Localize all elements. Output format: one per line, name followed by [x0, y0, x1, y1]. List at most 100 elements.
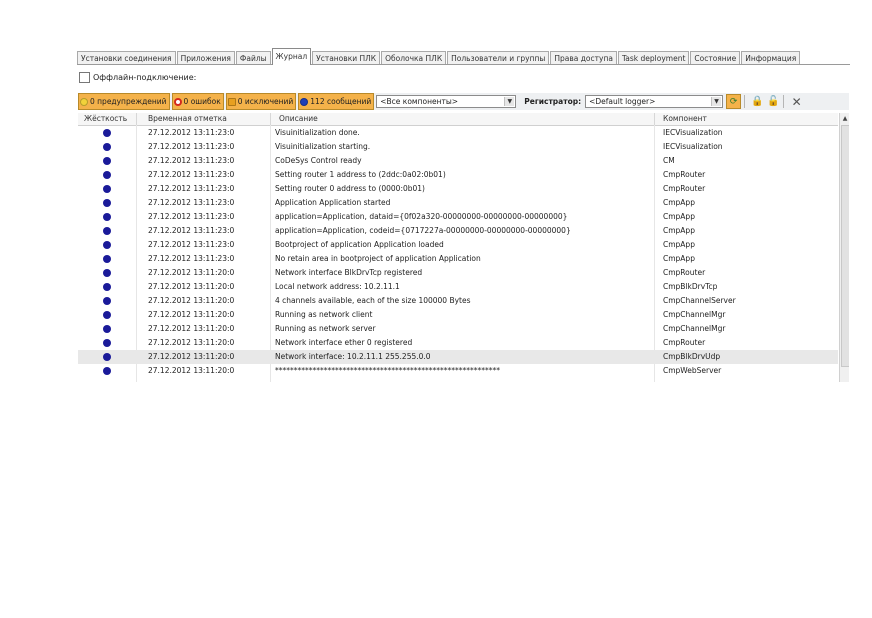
component-cell: CmpApp [663, 226, 695, 235]
header-component[interactable]: Компонент [663, 114, 707, 123]
tab-7[interactable]: Права доступа [550, 51, 617, 65]
exception-icon [227, 97, 236, 106]
table-row[interactable]: 27.12.2012 13:11:20:0 Running as network … [78, 322, 838, 336]
header-severity[interactable]: Жёсткость [84, 114, 127, 123]
component-filter-value: <Все компоненты> [380, 97, 459, 106]
info-icon [103, 339, 111, 347]
exceptions-filter-button[interactable]: 0 исключений [225, 93, 297, 110]
vertical-scrollbar[interactable]: ▲ [839, 113, 849, 382]
scroll-thumb[interactable] [841, 125, 849, 367]
info-icon [103, 255, 111, 263]
timestamp-cell: 27.12.2012 13:11:23:0 [148, 212, 235, 221]
table-row[interactable]: 27.12.2012 13:11:23:0 CoDeSys Control rea… [78, 154, 838, 168]
header-timestamp[interactable]: Временная отметка [148, 114, 227, 123]
info-icon [103, 157, 111, 165]
description-cell: application=Application, dataid={0f02a32… [275, 212, 568, 221]
component-cell: CmpApp [663, 212, 695, 221]
table-row[interactable]: 27.12.2012 13:11:23:0 Visuinitialization … [78, 126, 838, 140]
timestamp-cell: 27.12.2012 13:11:20:0 [148, 338, 235, 347]
timestamp-cell: 27.12.2012 13:11:23:0 [148, 198, 235, 207]
component-cell: CmpBlkDrvTcp [663, 282, 718, 291]
description-cell: Bootproject of application Application l… [275, 240, 444, 249]
offline-connection-option[interactable]: Оффлайн-подключение: [79, 72, 196, 83]
table-row[interactable]: 27.12.2012 13:11:20:0 Local network addre… [78, 280, 838, 294]
timestamp-cell: 27.12.2012 13:11:23:0 [148, 226, 235, 235]
errors-count-label: 0 ошибок [183, 97, 221, 106]
chevron-down-icon[interactable]: ▼ [504, 97, 515, 106]
component-cell: CmpRouter [663, 184, 706, 193]
timestamp-cell: 27.12.2012 13:11:23:0 [148, 128, 235, 137]
table-row[interactable]: 27.12.2012 13:11:20:0 *******************… [78, 364, 838, 378]
column-divider[interactable] [270, 113, 271, 125]
tab-2[interactable]: Файлы [235, 51, 271, 65]
tab-bar: Установки соединения Приложения Файлы Журна… [77, 48, 850, 65]
logger-select-value: <Default logger> [589, 97, 656, 106]
logger-label: Регистратор: [524, 97, 582, 106]
table-row[interactable]: 27.12.2012 13:11:20:0 Network interface e… [78, 336, 838, 350]
table-row[interactable]: 27.12.2012 13:11:23:0 Setting router 0 ad… [78, 182, 838, 196]
table-row[interactable]: 27.12.2012 13:11:20:0 Network interface B… [78, 266, 838, 280]
tab-divider [77, 64, 850, 65]
table-row[interactable]: 27.12.2012 13:11:23:0 Visuinitialization … [78, 140, 838, 154]
component-cell: CmpRouter [663, 338, 706, 347]
info-icon [103, 325, 111, 333]
description-cell: Network interface ether 0 registered [275, 338, 413, 347]
table-row[interactable]: 27.12.2012 13:11:23:0 Bootproject of appl… [78, 238, 838, 252]
description-cell: Application Application started [275, 198, 391, 207]
component-cell: CmpApp [663, 254, 695, 263]
scroll-up-icon[interactable]: ▲ [841, 114, 849, 123]
table-row[interactable]: 27.12.2012 13:11:23:0 No retain area in b… [78, 252, 838, 266]
component-cell: CmpApp [663, 198, 695, 207]
info-icon [103, 129, 111, 137]
errors-filter-button[interactable]: 0 ошибок [171, 93, 224, 110]
table-row[interactable]: 27.12.2012 13:11:23:0 application=Applica… [78, 224, 838, 238]
header-description[interactable]: Описание [279, 114, 318, 123]
logger-select[interactable]: <Default logger> ▼ [585, 95, 724, 108]
table-row[interactable]: 27.12.2012 13:11:23:0 Setting router 1 ad… [78, 168, 838, 182]
description-cell: Setting router 1 address to (2ddc:0a02:0… [275, 170, 446, 179]
column-divider[interactable] [654, 113, 655, 125]
table-row[interactable]: 27.12.2012 13:11:20:0 4 channels availabl… [78, 294, 838, 308]
info-icon [103, 297, 111, 305]
unlock-icon[interactable]: 🔓 [767, 95, 780, 108]
description-cell: Network interface: 10.2.11.1 255.255.0.0 [275, 352, 431, 361]
chevron-down-icon[interactable]: ▼ [711, 97, 722, 106]
messages-count-label: 112 сообщений [310, 97, 372, 106]
timestamp-cell: 27.12.2012 13:11:23:0 [148, 240, 235, 249]
table-row[interactable]: 27.12.2012 13:11:20:0 Running as network … [78, 308, 838, 322]
warnings-count-label: 0 предупреждений [90, 97, 167, 106]
messages-filter-button[interactable]: 112 сообщений [298, 93, 375, 110]
component-cell: CmpBlkDrvUdp [663, 352, 721, 361]
info-icon [103, 171, 111, 179]
tab-8[interactable]: Task deployment [617, 51, 690, 65]
component-cell: CmpChannelMgr [663, 310, 726, 319]
tab-9[interactable]: Состояние [690, 51, 741, 65]
component-cell: IECVisualization [663, 128, 723, 137]
tab-6[interactable]: Пользователи и группы [447, 51, 550, 65]
component-filter-select[interactable]: <Все компоненты> ▼ [376, 95, 517, 108]
tab-3[interactable]: Журнал [271, 48, 312, 65]
table-row[interactable]: 27.12.2012 13:11:20:0 Network interface: … [78, 350, 838, 364]
component-cell: CmpApp [663, 240, 695, 249]
column-divider[interactable] [136, 113, 137, 125]
clear-log-icon[interactable]: ✕ [790, 95, 803, 109]
warnings-filter-button[interactable]: 0 предупреждений [78, 93, 170, 110]
table-row[interactable]: 27.12.2012 13:11:23:0 application=Applica… [78, 210, 838, 224]
lock-icon[interactable]: 🔒 [751, 95, 764, 108]
warning-icon [80, 97, 88, 106]
refresh-icon[interactable]: ⟳ [726, 94, 742, 109]
description-cell: CoDeSys Control ready [275, 156, 362, 165]
table-row[interactable]: 27.12.2012 13:11:23:0 Application Applica… [78, 196, 838, 210]
tab-5[interactable]: Оболочка ПЛК [381, 51, 447, 65]
offline-checkbox[interactable] [79, 72, 90, 83]
timestamp-cell: 27.12.2012 13:11:20:0 [148, 324, 235, 333]
tab-1[interactable]: Приложения [176, 51, 235, 65]
tab-4[interactable]: Установки ПЛК [312, 51, 381, 65]
tab-0[interactable]: Установки соединения [77, 51, 176, 65]
component-cell: CmpRouter [663, 268, 706, 277]
timestamp-cell: 27.12.2012 13:11:20:0 [148, 268, 235, 277]
description-cell: Local network address: 10.2.11.1 [275, 282, 400, 291]
info-icon [103, 143, 111, 151]
tab-10[interactable]: Информация [741, 51, 801, 65]
info-icon [103, 269, 111, 277]
